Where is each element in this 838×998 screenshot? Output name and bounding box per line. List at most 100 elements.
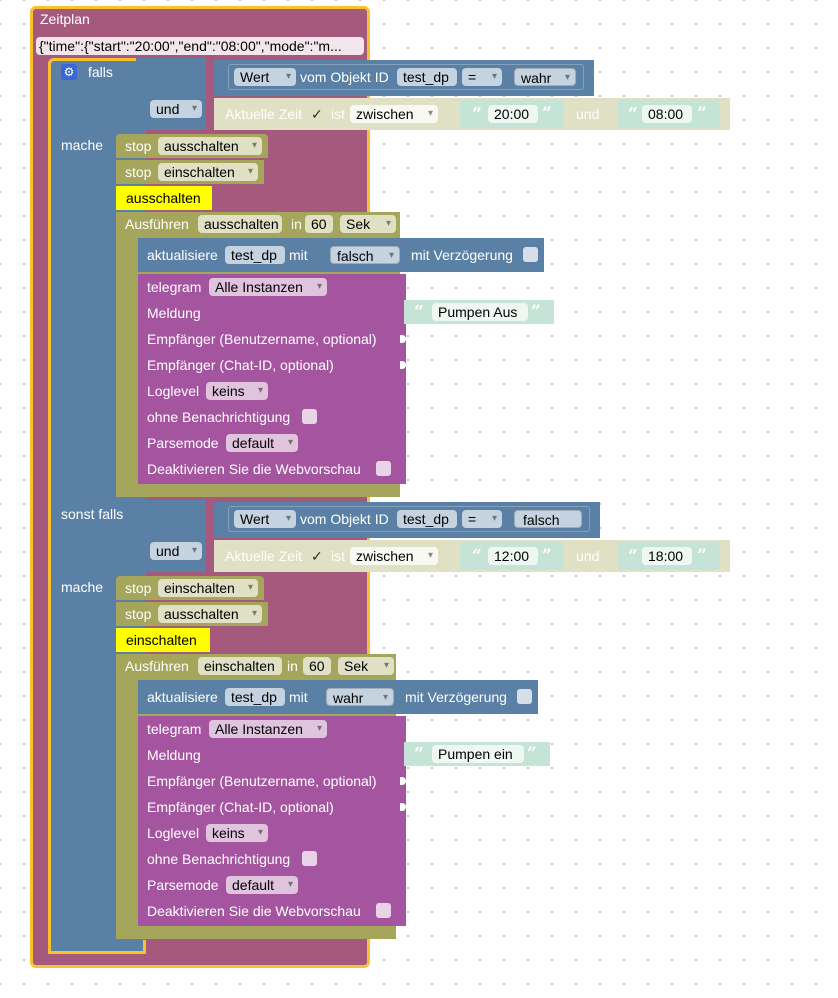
ausfuehren-label: Ausführen <box>125 658 189 674</box>
ohne-benachrichtigung-label: ohne Benachrichtigung <box>147 409 291 425</box>
loglevel-dropdown[interactable]: keins <box>206 382 268 400</box>
schedule-title: Zeitplan <box>40 11 90 27</box>
mit-verzoegerung-label: mit Verzögerung <box>411 247 513 263</box>
value-attr-dropdown[interactable]: Wert <box>234 510 296 528</box>
webpreview-checkbox[interactable] <box>376 903 391 918</box>
schedule-config-field[interactable]: {"time":{"start":"20:00","end":"08:00","… <box>36 37 364 55</box>
time-end-field[interactable]: 18:00 <box>642 547 692 565</box>
loglevel-label: Loglevel <box>147 825 200 841</box>
open-quote-icon: “ <box>628 546 638 566</box>
if-block-bottom-highlight <box>48 940 146 954</box>
loglevel-label: Loglevel <box>147 383 200 399</box>
close-quote-icon: ” <box>542 104 552 124</box>
if-label-sonst-falls: sonst falls <box>61 506 124 522</box>
checkmark-icon[interactable]: ✓ <box>311 105 323 123</box>
if-label-mache-2: mache <box>61 579 104 595</box>
update-object-id-field[interactable]: test_dp <box>225 246 285 264</box>
aktuelle-zeit-label: Aktuelle Zeit <box>225 106 303 122</box>
comment-text[interactable]: einschalten <box>126 631 197 649</box>
update-value-dropdown[interactable]: falsch <box>330 246 400 265</box>
delay-field[interactable]: 60 <box>305 215 333 233</box>
delay-checkbox[interactable] <box>523 247 538 262</box>
between-dropdown[interactable]: zwischen <box>350 105 438 123</box>
und-label-time-1: und <box>576 106 600 122</box>
parsemode-dropdown[interactable]: default <box>226 434 298 452</box>
and-operator-dropdown[interactable]: und <box>150 542 202 560</box>
in-label: in <box>291 216 302 232</box>
delay-field[interactable]: 60 <box>303 657 331 675</box>
and-operator-dropdown[interactable]: und <box>150 100 202 118</box>
object-id-field[interactable]: test_dp <box>397 510 457 528</box>
vom-objekt-label: vom Objekt ID <box>300 511 389 527</box>
time-start-field[interactable]: 12:00 <box>488 547 538 565</box>
unit-dropdown[interactable]: Sek <box>338 657 394 675</box>
comment-text[interactable]: ausschalten <box>126 189 201 207</box>
parsemode-label: Parsemode <box>147 435 219 451</box>
stop-name-dropdown[interactable]: einschalten <box>158 163 258 181</box>
open-quote-icon: “ <box>472 104 482 124</box>
value-attr-dropdown[interactable]: Wert <box>234 68 296 86</box>
message-field[interactable]: Pumpen ein <box>432 745 524 763</box>
mit-label: mit <box>289 247 308 263</box>
checkmark-icon[interactable]: ✓ <box>311 547 323 565</box>
empfaenger-chat-label: Empfänger (Chat-ID, optional) <box>147 357 334 373</box>
close-quote-icon: ” <box>697 546 707 566</box>
meldung-label: Meldung <box>147 305 201 321</box>
meldung-label: Meldung <box>147 747 201 763</box>
open-quote-icon: “ <box>628 104 638 124</box>
compare-value-field[interactable]: falsch <box>514 510 582 528</box>
stop-name-dropdown[interactable]: ausschalten <box>158 137 262 155</box>
mit-label: mit <box>289 689 308 705</box>
gear-icon[interactable]: ⚙ <box>61 64 77 80</box>
unit-dropdown[interactable]: Sek <box>340 215 396 233</box>
telegram-instance-dropdown[interactable]: Alle Instanzen <box>209 278 327 296</box>
object-id-field[interactable]: test_dp <box>397 68 457 86</box>
update-value-dropdown[interactable]: wahr <box>326 688 394 707</box>
ausfuehren-label: Ausführen <box>125 216 189 232</box>
close-quote-icon: ” <box>542 546 552 566</box>
silent-checkbox[interactable] <box>302 851 317 866</box>
compare-op-dropdown[interactable]: = <box>462 510 502 528</box>
update-object-id-field[interactable]: test_dp <box>225 688 285 706</box>
webvorschau-label: Deaktivieren Sie die Webvorschau <box>147 903 361 919</box>
if-label-mache-1: mache <box>61 137 104 153</box>
between-dropdown[interactable]: zwischen <box>350 547 438 565</box>
parsemode-dropdown[interactable]: default <box>226 876 298 894</box>
webvorschau-label: Deaktivieren Sie die Webvorschau <box>147 461 361 477</box>
ohne-benachrichtigung-label: ohne Benachrichtigung <box>147 851 291 867</box>
close-quote-icon: ” <box>527 744 537 764</box>
compare-op-dropdown[interactable]: = <box>462 68 502 86</box>
aktualisiere-label: aktualisiere <box>147 689 218 705</box>
open-quote-icon: “ <box>414 744 424 764</box>
stop-label: stop <box>125 580 152 596</box>
timeout-name-field[interactable]: ausschalten <box>198 215 282 233</box>
close-quote-icon: ” <box>697 104 707 124</box>
webpreview-checkbox[interactable] <box>376 461 391 476</box>
telegram-instance-dropdown[interactable]: Alle Instanzen <box>209 720 327 738</box>
message-field[interactable]: Pumpen Aus <box>432 303 528 321</box>
vom-objekt-label: vom Objekt ID <box>300 69 389 85</box>
time-end-field[interactable]: 08:00 <box>642 105 692 123</box>
aktuelle-zeit-label: Aktuelle Zeit <box>225 548 303 564</box>
timeout-name-field[interactable]: einschalten <box>198 657 282 675</box>
if-label-falls: falls <box>88 64 113 80</box>
stop-name-dropdown[interactable]: ausschalten <box>158 605 262 623</box>
stop-name-dropdown[interactable]: einschalten <box>158 579 258 597</box>
telegram-label: telegram <box>147 279 202 295</box>
open-quote-icon: “ <box>472 546 482 566</box>
ist-label: ist <box>331 106 345 122</box>
empfaenger-user-label: Empfänger (Benutzername, optional) <box>147 773 377 789</box>
stop-label: stop <box>125 138 152 154</box>
mit-verzoegerung-label: mit Verzögerung <box>405 689 507 705</box>
and-block-2[interactable] <box>146 500 206 572</box>
empfaenger-chat-label: Empfänger (Chat-ID, optional) <box>147 799 334 815</box>
telegram-label: telegram <box>147 721 202 737</box>
loglevel-dropdown[interactable]: keins <box>206 824 268 842</box>
and-block-1[interactable] <box>146 58 206 130</box>
time-start-field[interactable]: 20:00 <box>488 105 538 123</box>
stop-label: stop <box>125 606 152 622</box>
delay-checkbox[interactable] <box>517 689 532 704</box>
close-quote-icon: ” <box>531 302 541 322</box>
compare-value-dropdown[interactable]: wahr <box>514 68 576 87</box>
silent-checkbox[interactable] <box>302 409 317 424</box>
